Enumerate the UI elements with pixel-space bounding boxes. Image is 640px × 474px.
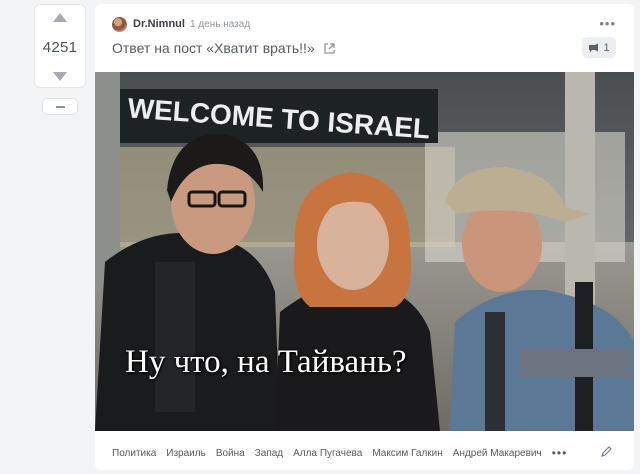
hide-post-button[interactable]	[42, 98, 78, 115]
more-tags-button[interactable]: •••	[552, 446, 568, 460]
more-options-icon[interactable]: •••	[599, 16, 616, 31]
tag-item[interactable]: Андрей Макаревич	[453, 448, 542, 459]
avatar[interactable]	[112, 16, 127, 32]
pencil-icon[interactable]	[600, 446, 612, 458]
author-name[interactable]: Dr.Nimnul	[133, 18, 185, 30]
post-time: 1 день назад	[189, 18, 251, 30]
minus-icon	[55, 105, 65, 108]
comments-button[interactable]: 1	[582, 37, 616, 58]
post-header: Dr.Nimnul 1 день назад	[112, 16, 250, 32]
post-card: Dr.Nimnul 1 день назад ••• Ответ на пост…	[95, 4, 634, 470]
image-caption: Ну что, на Тайвань?	[125, 344, 407, 380]
tag-item[interactable]: Максим Галкин	[372, 448, 442, 459]
post-title[interactable]: Ответ на пост «Хватит врать!!»	[112, 40, 315, 56]
comments-count: 1	[603, 41, 610, 54]
tag-item[interactable]: Война	[216, 448, 245, 459]
page: 4251 Dr.Nimnul 1 день назад ••• Ответ на…	[0, 0, 640, 474]
tag-item[interactable]: Израиль	[166, 448, 206, 459]
comment-icon	[589, 43, 599, 52]
external-link-icon[interactable]	[323, 42, 336, 55]
vote-panel: 4251	[34, 4, 86, 88]
post-title-row: Ответ на пост «Хватит врать!!»	[112, 40, 336, 56]
rating-count: 4251	[42, 38, 78, 56]
tag-item[interactable]: Запад	[255, 448, 283, 459]
tag-item[interactable]: Алла Пугачева	[293, 448, 362, 459]
redacted-box	[520, 349, 632, 377]
tag-item[interactable]: Политика	[112, 448, 156, 459]
tags-list: Политика Израиль Война Запад Алла Пугаче…	[112, 446, 567, 460]
arrow-down-icon[interactable]	[53, 72, 67, 81]
post-image[interactable]: WELCOME TO ISRAEL Ну что, на Тайвань?	[95, 72, 634, 431]
arrow-up-icon[interactable]	[53, 13, 67, 22]
